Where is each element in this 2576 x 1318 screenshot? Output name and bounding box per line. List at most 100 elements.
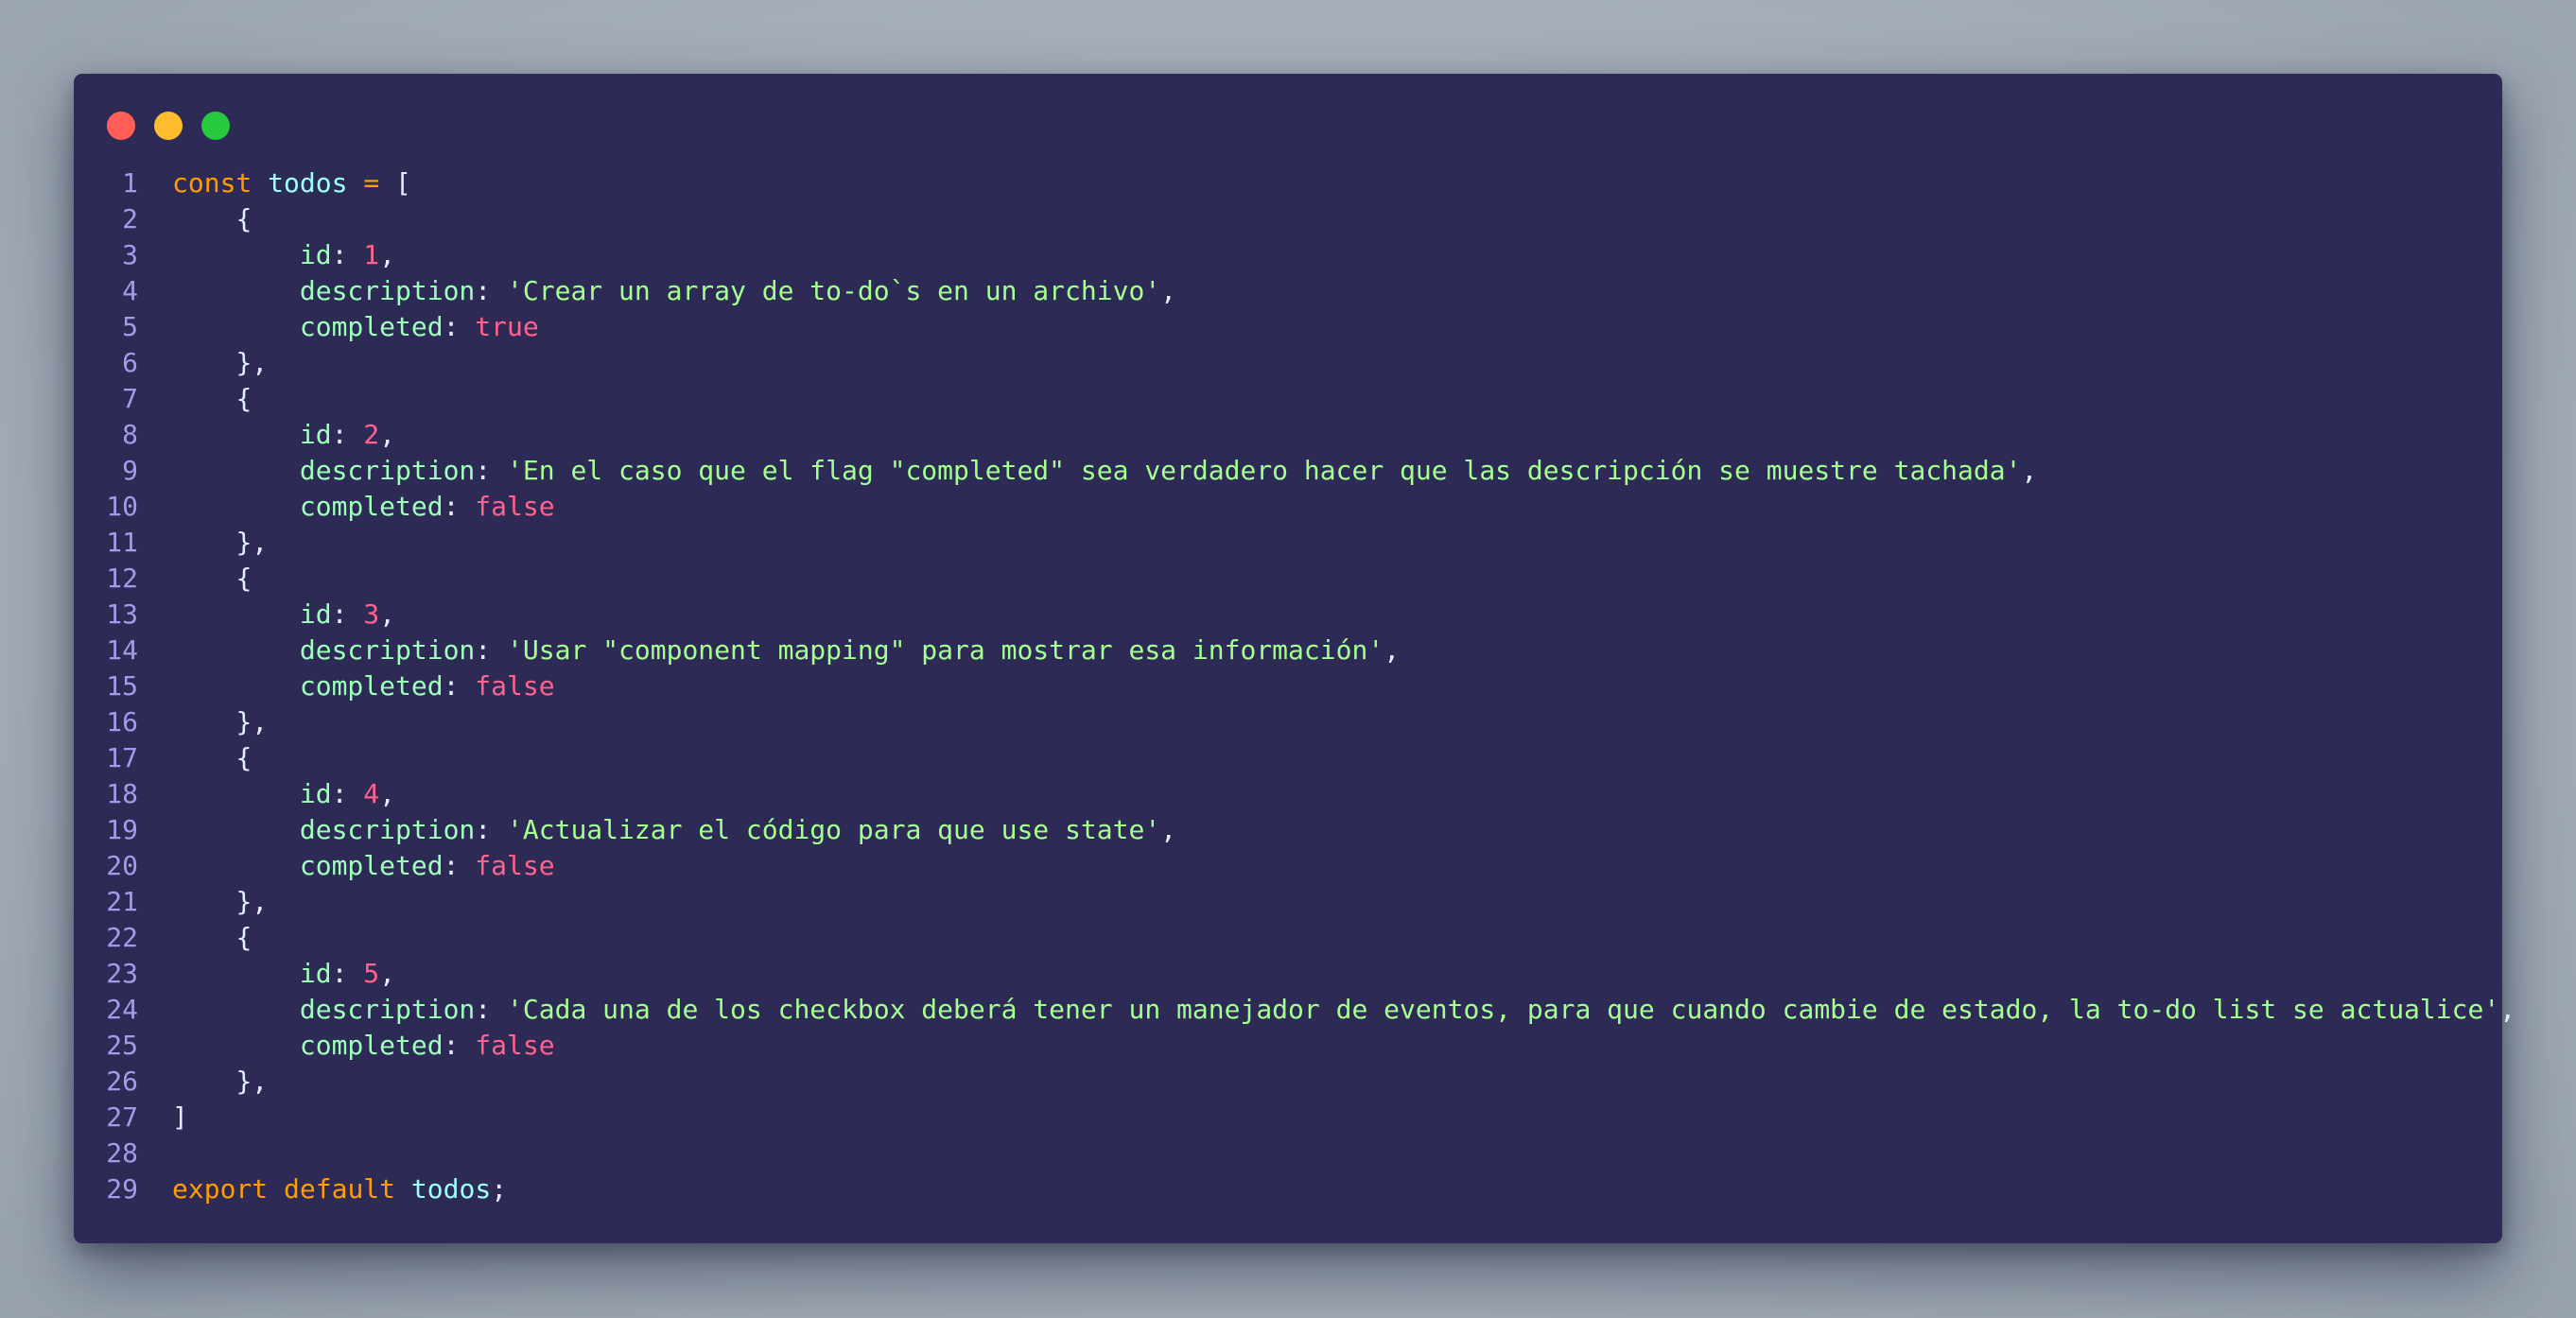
code-line: 5 completed: true (74, 309, 2502, 345)
token-prop: id (299, 958, 332, 989)
code-line: 17 { (74, 740, 2502, 776)
line-number: 6 (122, 347, 138, 378)
token-punct: , (2499, 994, 2516, 1025)
line-number: 25 (106, 1030, 138, 1061)
code-line: 13 id: 3, (74, 597, 2502, 633)
code-line: 14 description: 'Usar "component mapping… (74, 633, 2502, 668)
token-bool: false (475, 1030, 555, 1061)
token-bool: false (475, 491, 555, 522)
close-button[interactable] (107, 112, 135, 140)
line-source: { (172, 201, 252, 237)
token-punct: : (331, 778, 364, 809)
token-keyword: const (172, 167, 252, 199)
token-punct: , (1160, 814, 1177, 845)
minimize-button[interactable] (154, 112, 183, 140)
code-line: 7 { (74, 381, 2502, 417)
line-number: 15 (106, 670, 138, 702)
token-punct: : (443, 850, 476, 881)
token-punct: : (475, 634, 508, 666)
code-line: 15 completed: false (74, 668, 2502, 704)
token-prop: description (299, 814, 476, 845)
token-punct: : (475, 994, 508, 1025)
token-punct: , (1160, 275, 1177, 306)
token-punct: { (235, 922, 252, 953)
line-number: 13 (106, 598, 138, 630)
token-punct: , (379, 239, 396, 270)
token-punct: , (379, 958, 396, 989)
code-line: 8 id: 2, (74, 417, 2502, 453)
token-string: 'Cada una de los checkbox deberá tener u… (507, 994, 2500, 1025)
line-number: 18 (106, 778, 138, 809)
line-number: 16 (106, 706, 138, 737)
code-line: 11 }, (74, 525, 2502, 561)
token-punct: , (379, 598, 396, 630)
token-prop: completed (299, 491, 444, 522)
token-number: 1 (363, 239, 380, 270)
line-number: 29 (106, 1173, 138, 1205)
line-number: 5 (122, 311, 138, 342)
code-line: 4 description: 'Crear un array de to-do`… (74, 273, 2502, 309)
line-source: completed: true (172, 309, 539, 345)
line-number: 27 (106, 1101, 138, 1133)
code-line: 19 description: 'Actualizar el código pa… (74, 812, 2502, 848)
token-prop: id (299, 239, 332, 270)
token-prop: description (299, 275, 476, 306)
line-source: id: 3, (172, 597, 395, 633)
line-number: 22 (106, 922, 138, 953)
line-source: id: 1, (172, 237, 395, 273)
code-line: 3 id: 1, (74, 237, 2502, 273)
token-punct: }, (235, 706, 269, 737)
code-line: 27] (74, 1100, 2502, 1136)
token-punct: : (331, 239, 364, 270)
token-prop: description (299, 455, 476, 486)
line-number: 21 (106, 886, 138, 917)
code-line: 10 completed: false (74, 489, 2502, 525)
line-number: 8 (122, 419, 138, 450)
code-line: 20 completed: false (74, 848, 2502, 884)
code-editor[interactable]: 1 const todos = [2 {3 id: 1, 4 description… (74, 165, 2515, 1207)
token-punct: , (379, 419, 396, 450)
code-line: 23 id: 5, (74, 956, 2502, 992)
token-punct: }, (235, 886, 269, 917)
token-prop: description (299, 634, 476, 666)
code-window: 1 const todos = [2 {3 id: 1, 4 description… (74, 74, 2515, 1243)
line-source: id: 5, (172, 956, 395, 992)
code-line: 2 { (74, 201, 2502, 237)
token-number: 2 (363, 419, 380, 450)
token-string: 'Actualizar el código para que use state… (507, 814, 1161, 845)
token-string: 'Crear un array de to-do`s en un archivo… (507, 275, 1161, 306)
token-bool: false (475, 670, 555, 702)
line-source: { (172, 561, 252, 597)
token-bool: true (475, 311, 539, 342)
code-line: 21 }, (74, 884, 2502, 920)
line-number: 14 (106, 634, 138, 666)
line-source: completed: false (172, 1028, 555, 1064)
token-number: 4 (363, 778, 380, 809)
line-number: 11 (106, 527, 138, 558)
token-prop: completed (299, 850, 444, 881)
token-punct: : (331, 958, 364, 989)
token-prop: id (299, 419, 332, 450)
line-number: 28 (106, 1137, 138, 1169)
token-punct: : (475, 275, 508, 306)
token-punct: }, (235, 527, 269, 558)
token-punct: ; (491, 1173, 508, 1205)
token-prop: description (299, 994, 476, 1025)
line-source: completed: false (172, 668, 555, 704)
line-source: completed: false (172, 489, 555, 525)
maximize-button[interactable] (201, 112, 230, 140)
